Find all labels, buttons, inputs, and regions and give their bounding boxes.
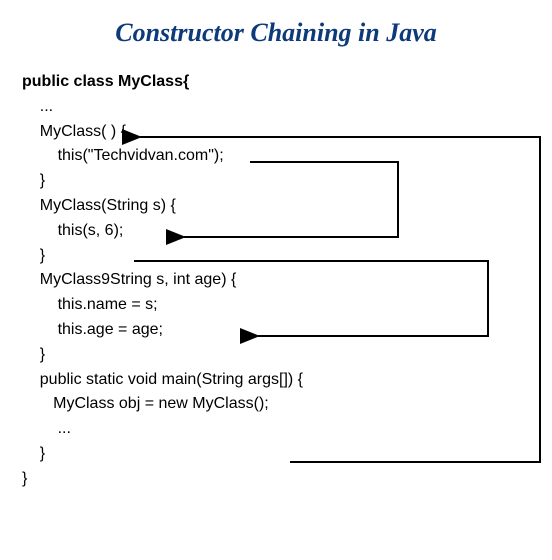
- code-line: MyClass(String s) {: [22, 194, 534, 219]
- code-line: this("Techvidvan.com");: [22, 144, 534, 169]
- code-line: this.name = s;: [22, 293, 534, 318]
- code-line: this(s, 6);: [22, 219, 534, 244]
- code-line: }: [22, 467, 534, 492]
- code-line: ...: [22, 95, 534, 120]
- code-line: MyClass obj = new MyClass();: [22, 392, 534, 417]
- code-line: }: [22, 169, 534, 194]
- code-line: MyClass9String s, int age) {: [22, 268, 534, 293]
- code-block: public class MyClass{ ... MyClass( ) { t…: [0, 70, 552, 492]
- code-line: public class MyClass{: [22, 70, 534, 95]
- code-line: public static void main(String args[]) {: [22, 368, 534, 393]
- code-line: this.age = age;: [22, 318, 534, 343]
- code-line: }: [22, 244, 534, 269]
- diagram-title: Constructor Chaining in Java: [0, 18, 552, 48]
- code-line: }: [22, 442, 534, 467]
- code-line: ...: [22, 417, 534, 442]
- code-line: MyClass( ) {: [22, 120, 534, 145]
- code-line: }: [22, 343, 534, 368]
